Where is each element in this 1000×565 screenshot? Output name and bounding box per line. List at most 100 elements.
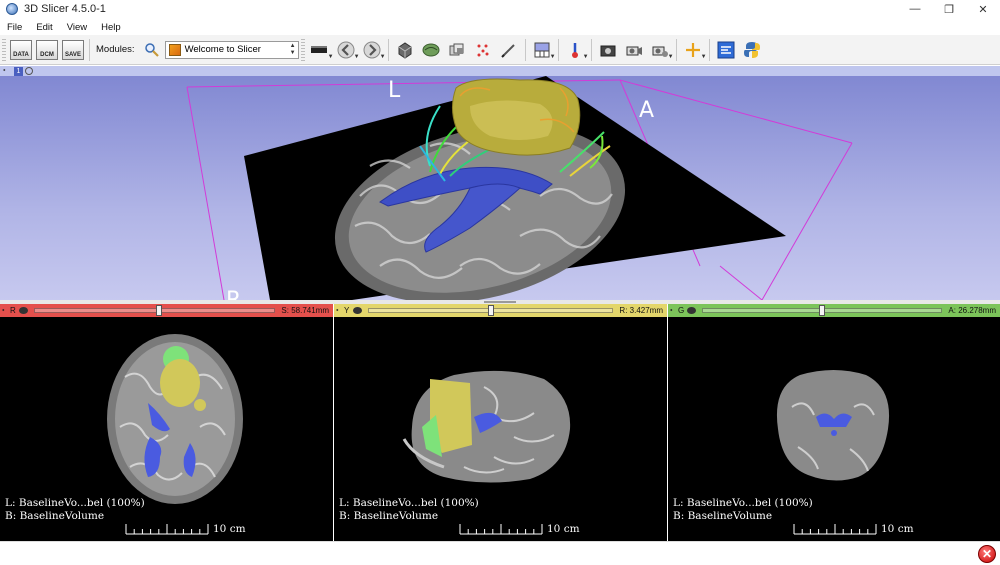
python-icon	[743, 41, 760, 58]
slice-annotation: L: BaselineVo...bel (100%) B: BaselineVo…	[339, 497, 479, 523]
slice-offset-slider[interactable]	[368, 305, 614, 316]
models-button[interactable]	[418, 38, 444, 62]
slice-annotation: L: BaselineVo...bel (100%) B: BaselineVo…	[673, 497, 813, 523]
green-slice-controller: ⬩ G A: 26.278mm	[668, 304, 1000, 317]
dropdown-arrow-icon: ▼	[582, 53, 589, 60]
window-title: 3D Slicer 4.5.0-1	[24, 3, 106, 15]
slice-letter: G	[678, 306, 685, 315]
error-log-button[interactable]: ✕	[978, 545, 996, 563]
pin-icon[interactable]: ⬩	[3, 67, 11, 75]
previous-module-button[interactable]: ▼	[333, 38, 360, 62]
title-bar: 3D Slicer 4.5.0-1 — ❐ ✕	[0, 0, 1000, 18]
minimize-button[interactable]: —	[898, 0, 932, 18]
slice-offset-slider[interactable]	[702, 305, 943, 316]
splitter-handle[interactable]	[484, 301, 516, 303]
load-data-button[interactable]: DATA	[8, 38, 34, 62]
main-toolbar: DATA DCM SAVE Modules: Welcome to Slicer…	[0, 35, 1000, 65]
orientation-label-A: A	[639, 98, 655, 123]
toolbar-separator	[590, 38, 592, 61]
visibility-eye-icon[interactable]	[19, 307, 28, 314]
slicer-app-icon	[6, 3, 18, 15]
toolbar-grip[interactable]	[2, 38, 6, 61]
capture-camera-icon	[652, 46, 668, 57]
green-slice-view[interactable]: ⬩ G A: 26.278mm L: BaselineVo...bel (100…	[668, 304, 1000, 541]
background-layer-text: B: BaselineVolume	[5, 510, 105, 522]
magnifier-icon	[144, 42, 159, 57]
camera-icon	[600, 45, 616, 56]
visibility-eye-icon[interactable]	[687, 307, 696, 314]
editor-button[interactable]	[496, 38, 522, 62]
pin-icon[interactable]: ⬩	[336, 307, 344, 315]
cube-icon	[398, 41, 412, 59]
points-icon	[477, 44, 489, 56]
red-slice-view[interactable]: ⬩ R S: 58.741mm L: BaselineVo...bel (100…	[0, 304, 333, 541]
crosshair-button[interactable]: ▼	[680, 38, 707, 62]
menu-help[interactable]: Help	[94, 22, 128, 33]
label-layer-text: L: BaselineVo...bel (100%)	[339, 497, 479, 509]
slider-knob[interactable]	[156, 305, 163, 316]
scene-camera-icon	[626, 46, 642, 55]
toolbar-separator	[708, 38, 710, 61]
orientation-label-L: L	[388, 78, 401, 103]
scale-ruler-label: 10 cm	[881, 523, 914, 535]
dropdown-arrow-icon: ▼	[549, 53, 556, 60]
dcm-icon: DCM	[36, 39, 58, 60]
slice-offset-slider[interactable]	[34, 305, 276, 316]
pin-icon[interactable]: ⬩	[2, 307, 10, 315]
module-selector[interactable]: Welcome to Slicer ▲ ▼	[164, 40, 299, 59]
menu-edit[interactable]: Edit	[29, 22, 59, 33]
save-button[interactable]: SAVE	[60, 38, 86, 62]
mouse-mode-button[interactable]: ▼	[562, 38, 589, 62]
scale-ruler	[125, 524, 209, 535]
arrow-pointer-icon	[571, 42, 578, 58]
pin-icon[interactable]: ⬩	[670, 307, 678, 315]
orientation-label-R: R	[226, 288, 241, 300]
background-layer-text: B: BaselineVolume	[339, 510, 439, 522]
crosshair-icon	[685, 42, 700, 57]
slider-knob[interactable]	[819, 305, 826, 316]
view3d-controller-bar: ⬩ 1	[0, 66, 1000, 76]
screenshot-button[interactable]	[595, 38, 621, 62]
toolbar-separator	[557, 38, 559, 61]
markups-button[interactable]	[470, 38, 496, 62]
toolbar-separator	[675, 38, 677, 61]
module-history-button[interactable]: ▼	[307, 38, 334, 62]
red-slice-controller: ⬩ R S: 58.741mm	[0, 304, 333, 317]
menu-file[interactable]: File	[0, 22, 29, 33]
visibility-eye-icon[interactable]	[353, 307, 362, 314]
data-icon: DATA	[10, 39, 32, 60]
python-console-button[interactable]	[739, 38, 765, 62]
view-options-icon[interactable]	[25, 67, 33, 75]
volume-rendering-button[interactable]	[392, 38, 418, 62]
slice-offset-value: A: 26.278mm	[948, 306, 996, 315]
transforms-button[interactable]	[444, 38, 470, 62]
back-arrow-icon	[337, 41, 355, 58]
restore-button[interactable]: ❐	[932, 0, 966, 18]
yellow-slice-controller: ⬩ Y R: 3.427mm	[334, 304, 667, 317]
close-button[interactable]: ✕	[966, 0, 1000, 18]
layout-button[interactable]: ▼	[529, 38, 556, 62]
load-dicom-button[interactable]: DCM	[34, 38, 60, 62]
toolbar-separator	[524, 38, 526, 61]
brain-model-icon	[422, 43, 440, 56]
slider-knob[interactable]	[487, 305, 494, 316]
capture-button[interactable]: ▼	[647, 38, 674, 62]
scene-view-button[interactable]	[621, 38, 647, 62]
window-controls: — ❐ ✕	[898, 0, 1000, 18]
view3d[interactable]: L A R	[0, 76, 1000, 300]
toolbar-grip[interactable]	[300, 38, 305, 61]
layers-icon	[449, 43, 464, 55]
background-layer-text: B: BaselineVolume	[673, 510, 773, 522]
forward-arrow-icon	[363, 41, 381, 58]
slice-letter: R	[10, 306, 16, 315]
menu-view[interactable]: View	[60, 22, 94, 33]
menu-bar: File Edit View Help	[0, 19, 1000, 35]
module-search-button[interactable]	[139, 38, 165, 62]
slice-offset-value: R: 3.427mm	[619, 306, 663, 315]
view3d-number[interactable]: 1	[14, 66, 23, 76]
next-module-button[interactable]: ▼	[359, 38, 386, 62]
module-list-icon	[310, 45, 327, 53]
yellow-slice-view[interactable]: ⬩ Y R: 3.427mm L: BaselineVo...bel (100%…	[334, 304, 667, 541]
dropdown-arrow-icon: ▼	[700, 53, 707, 60]
extension-manager-button[interactable]	[713, 38, 739, 62]
